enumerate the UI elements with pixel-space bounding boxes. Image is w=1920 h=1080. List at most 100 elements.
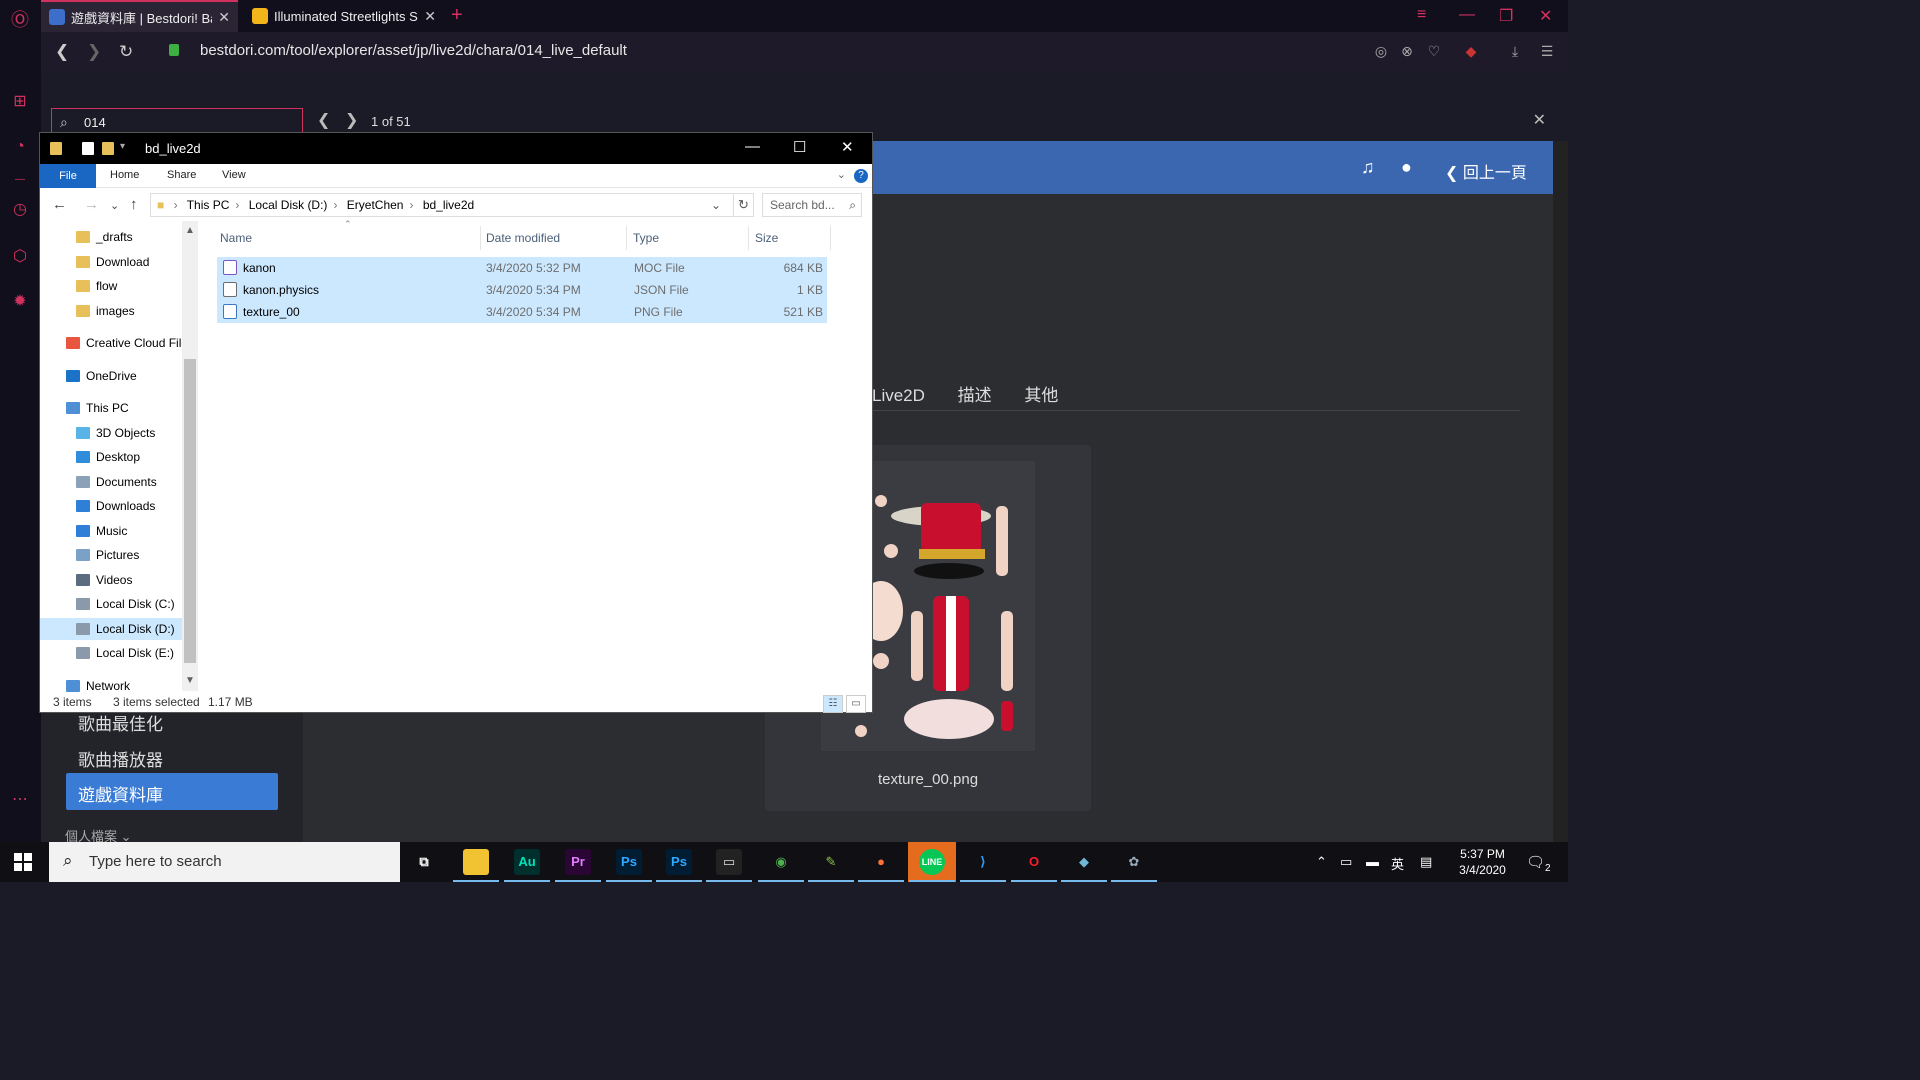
column-header-date[interactable]: Date modified <box>486 231 560 245</box>
tab-close-icon[interactable]: ✕ <box>218 9 230 26</box>
up-folder-icon[interactable]: ↑ <box>130 196 138 213</box>
adblock-icon[interactable]: ⊗ <box>1399 43 1415 59</box>
game-controller-icon[interactable]: ⊞ <box>10 92 30 112</box>
taskbar-photoshop-1-icon[interactable]: Ps <box>616 849 642 875</box>
taskbar-app-blue-icon[interactable]: ◆ <box>1071 849 1097 875</box>
history-icon[interactable]: ◷ <box>10 200 30 220</box>
breadcrumb-bd-live2d[interactable]: bd_live2d <box>423 198 474 212</box>
nav-item[interactable]: Videos <box>76 573 132 587</box>
url-field[interactable]: bestdori.com/tool/explorer/asset/jp/live… <box>200 42 627 59</box>
close-window-icon[interactable]: ✕ <box>1539 6 1552 26</box>
explorer-minimize-icon[interactable]: — <box>745 138 760 155</box>
explorer-close-icon[interactable]: ✕ <box>841 138 854 156</box>
find-next-icon[interactable]: ❯ <box>345 110 358 130</box>
help-icon[interactable]: ? <box>854 169 868 183</box>
nav-pane-scrollbar[interactable]: ▲ ▼ <box>182 221 198 691</box>
nav-item[interactable]: Local Disk (C:) <box>76 597 175 611</box>
find-previous-icon[interactable]: ❮ <box>317 110 330 130</box>
tab-close-icon[interactable]: ✕ <box>424 8 436 25</box>
action-center-icon[interactable]: 🗨2 <box>1526 853 1551 874</box>
tab-menu-icon[interactable]: ≡ <box>1417 6 1426 24</box>
nav-item[interactable]: _drafts <box>76 230 133 244</box>
tab-live2d[interactable]: Live2D <box>872 386 925 405</box>
taskbar-terminal-icon[interactable]: ▭ <box>716 849 742 875</box>
properties-check-icon[interactable] <box>82 142 94 155</box>
taskbar-audition-icon[interactable]: Au <box>514 849 540 875</box>
taskbar-vscode-icon[interactable]: ⟩ <box>970 849 996 875</box>
nav-item[interactable]: Documents <box>76 475 157 489</box>
nav-item[interactable]: Pictures <box>76 548 139 562</box>
battery-icon[interactable]: ▬ <box>1366 854 1379 869</box>
speed-dial-icon[interactable]: ◔ <box>10 137 30 157</box>
new-folder-icon[interactable] <box>102 142 114 155</box>
taskbar-search-box[interactable]: ⌕ Type here to search <box>49 842 400 882</box>
nav-item[interactable]: Creative Cloud Files <box>66 336 194 350</box>
taskbar-task-view-icon[interactable]: ⧉ <box>411 849 437 875</box>
column-divider[interactable] <box>830 226 831 250</box>
breadcrumb-local-disk-d[interactable]: Local Disk (D:) <box>249 198 328 212</box>
tab-other[interactable]: 其他 <box>1024 386 1058 405</box>
nav-item[interactable]: Local Disk (D:) <box>40 618 182 640</box>
scroll-down-icon[interactable]: ▼ <box>185 675 195 686</box>
new-tab-plus-icon[interactable]: + <box>451 4 463 27</box>
settings-gear-icon[interactable]: ✹ <box>10 292 30 312</box>
taskbar-file-explorer-icon[interactable] <box>463 849 489 875</box>
column-header-name[interactable]: Name <box>220 231 252 245</box>
breadcrumb-eryetchen[interactable]: EryetChen <box>347 198 404 212</box>
account-icon[interactable]: ● <box>1401 157 1412 178</box>
nav-item[interactable]: images <box>76 304 135 318</box>
taskbar-line-icon[interactable]: LINE <box>919 849 945 875</box>
taskbar-chrome-icon[interactable]: ◉ <box>768 849 794 875</box>
input-language[interactable]: 英 <box>1391 854 1404 873</box>
explorer-forward-icon[interactable]: → <box>84 196 99 213</box>
back-icon[interactable]: ❮ <box>55 42 69 62</box>
ribbon-tab-home[interactable]: Home <box>110 169 139 181</box>
network-icon[interactable]: ▭ <box>1340 854 1352 870</box>
taskbar-notepad-icon[interactable]: ✎ <box>818 849 844 875</box>
file-row[interactable]: texture_00 3/4/2020 5:34 PM PNG File 521… <box>217 301 827 323</box>
explorer-title-bar[interactable]: ▾ bd_live2d — ☐ ✕ <box>40 133 872 164</box>
ribbon-expand-chevron-icon[interactable]: ⌄ <box>837 168 846 181</box>
tab-streetlights[interactable]: Illuminated Streetlights Stream ✕ <box>244 0 444 32</box>
nav-item[interactable]: flow <box>76 279 117 293</box>
music-note-icon[interactable]: ♫ <box>1361 157 1375 178</box>
file-row[interactable]: kanon 3/4/2020 5:32 PM MOC File 684 KB <box>217 257 827 279</box>
large-icons-view-icon[interactable]: ▭ <box>846 695 866 713</box>
sidebar-link-song-optimize[interactable]: 歌曲最佳化 <box>78 710 163 735</box>
details-view-icon[interactable]: ☷ <box>823 695 843 713</box>
breadcrumb[interactable]: ■ › This PC › Local Disk (D:) › EryetChen ›… <box>150 193 734 217</box>
back-to-previous-link[interactable]: ❮ 回上一頁 <box>1445 159 1527 183</box>
nav-item[interactable]: Downloads <box>76 499 155 513</box>
explorer-maximize-icon[interactable]: ☐ <box>793 138 806 156</box>
nav-item[interactable]: Download <box>76 255 149 269</box>
show-hidden-icons-chevron-icon[interactable]: ⌃ <box>1316 854 1327 870</box>
ime-mode-icon[interactable]: ▤ <box>1420 854 1432 870</box>
ribbon-tab-view[interactable]: View <box>222 169 246 181</box>
ribbon-tab-file[interactable]: File <box>40 164 96 188</box>
explorer-back-icon[interactable]: ← <box>52 196 67 213</box>
nav-item[interactable]: 3D Objects <box>76 426 155 440</box>
page-scrollbar[interactable] <box>1553 141 1568 842</box>
forward-icon[interactable]: ❯ <box>87 42 101 62</box>
more-dots-icon[interactable]: ⋯ <box>10 790 30 810</box>
taskbar-opera-icon[interactable]: O <box>1021 849 1047 875</box>
quick-access-dropdown-icon[interactable]: ▾ <box>120 141 125 152</box>
snapshot-camera-icon[interactable]: ◎ <box>1373 43 1389 59</box>
scroll-up-icon[interactable]: ▲ <box>185 225 195 236</box>
column-header-type[interactable]: Type <box>633 231 659 245</box>
sidebar-link-game-database[interactable]: 遊戲資料庫 <box>66 773 278 810</box>
tab-bestdori[interactable]: 遊戲資料庫 | Bestdori! BanG Dream! ✕ <box>41 0 238 32</box>
restore-icon[interactable]: ❐ <box>1499 6 1513 26</box>
taskbar-app-paint-icon[interactable]: ✿ <box>1121 849 1147 875</box>
cube-icon[interactable]: ⬡ <box>10 247 30 267</box>
tab-description[interactable]: 描述 <box>958 386 992 405</box>
opera-logo-icon[interactable]: Ⓞ <box>10 10 30 30</box>
column-divider[interactable] <box>480 226 481 250</box>
recent-locations-chevron-icon[interactable]: ⌄ <box>110 199 119 212</box>
taskbar-clock[interactable]: 5:37 PM 3/4/2020 <box>1450 846 1515 878</box>
explorer-search-input[interactable]: Search bd... ⌕ <box>762 193 862 217</box>
reload-icon[interactable]: ↻ <box>119 42 133 62</box>
extension-cube-icon[interactable]: ◆ <box>1463 43 1479 59</box>
download-icon[interactable]: ⤓ <box>1507 43 1523 59</box>
heart-icon[interactable]: ♡ <box>1426 43 1442 59</box>
